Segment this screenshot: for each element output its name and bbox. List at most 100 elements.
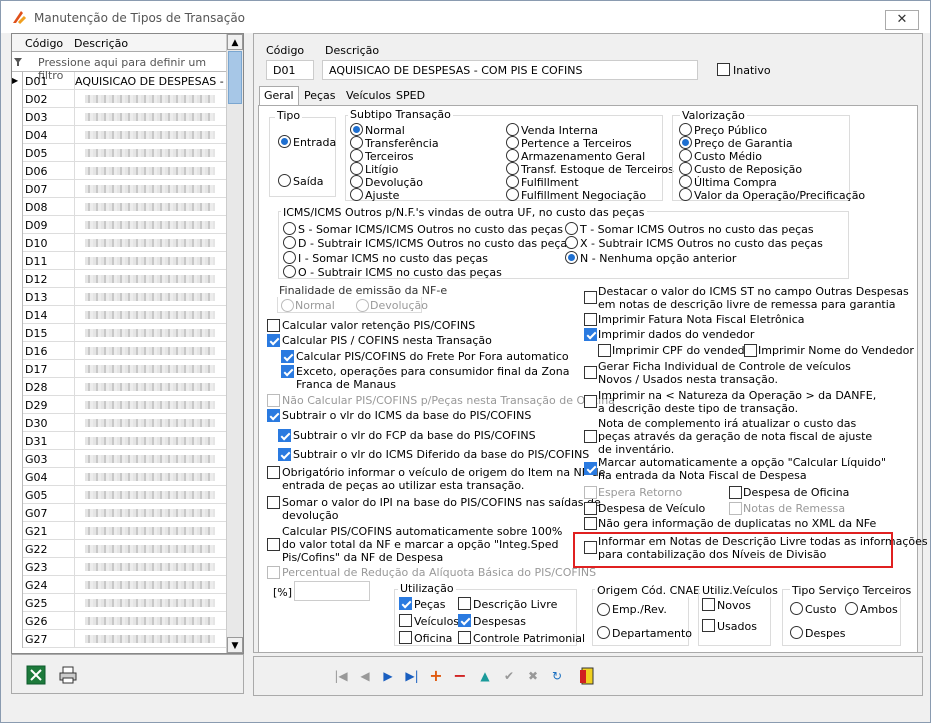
col-code-header[interactable]: Código [25, 37, 63, 50]
table-row[interactable]: G07 [12, 504, 226, 522]
valorizacao-radio[interactable] [679, 175, 692, 188]
edit-icon[interactable]: ▲ [475, 666, 495, 686]
table-row[interactable]: G21 [12, 522, 226, 540]
left-option-checkbox[interactable] [281, 350, 294, 363]
ambos-radio[interactable] [845, 602, 858, 615]
table-row[interactable]: D11 [12, 252, 226, 270]
scroll-down-button[interactable]: ▼ [227, 637, 243, 653]
subtipo-radio[interactable] [350, 175, 363, 188]
right-option-checkbox[interactable] [584, 462, 597, 475]
icms-radio[interactable] [283, 222, 296, 235]
utilizacao-checkbox[interactable] [458, 597, 471, 610]
left-option-checkbox[interactable] [267, 319, 280, 332]
tab-sped[interactable]: SPED [392, 87, 429, 105]
subtipo-radio[interactable] [506, 136, 519, 149]
left-option-checkbox[interactable] [267, 409, 280, 422]
right-option-checkbox[interactable] [584, 395, 597, 408]
subtipo-radio[interactable] [350, 188, 363, 201]
last-record-icon[interactable]: ▶| [402, 666, 422, 686]
table-row[interactable]: D10 [12, 234, 226, 252]
utilizacao-checkbox[interactable] [458, 631, 471, 644]
table-row[interactable]: ▶ D01 AQUISICAO DE DESPESAS - CO [12, 72, 244, 90]
table-row[interactable]: G23 [12, 558, 226, 576]
delete-icon[interactable]: − [450, 666, 470, 686]
icms-radio[interactable] [565, 222, 578, 235]
right-option-checkbox[interactable] [584, 366, 597, 379]
table-row[interactable]: G26 [12, 612, 226, 630]
cnae-emp-radio[interactable] [597, 603, 610, 616]
table-row[interactable]: D03 [12, 108, 226, 126]
icms-radio[interactable] [283, 265, 296, 278]
subtipo-radio[interactable] [350, 149, 363, 162]
table-row[interactable]: G05 [12, 486, 226, 504]
col-desc-header[interactable]: Descrição [74, 37, 128, 50]
cnae-dept-radio[interactable] [597, 626, 610, 639]
print-icon[interactable] [58, 665, 78, 685]
utilizacao-checkbox[interactable] [399, 614, 412, 627]
inactive-checkbox[interactable] [717, 63, 730, 76]
table-row[interactable]: D04 [12, 126, 226, 144]
subtipo-radio[interactable] [350, 136, 363, 149]
first-record-icon[interactable]: |◀ [331, 666, 351, 686]
right-option-checkbox[interactable] [584, 291, 597, 304]
valorizacao-radio[interactable] [679, 188, 692, 201]
grid-scrollbar[interactable]: ▲ ▼ [226, 34, 243, 653]
right-option-checkbox[interactable] [584, 502, 597, 515]
subtipo-radio[interactable] [506, 175, 519, 188]
subtipo-radio[interactable] [506, 162, 519, 175]
tab-pecas[interactable]: Peças [300, 87, 340, 105]
table-row[interactable]: D12 [12, 270, 226, 288]
prior-record-icon[interactable]: ◀ [355, 666, 375, 686]
right-option-checkbox[interactable] [729, 486, 742, 499]
left-option-checkbox[interactable] [281, 365, 294, 378]
right-option-checkbox[interactable] [729, 502, 742, 515]
table-row[interactable]: D14 [12, 306, 226, 324]
cancel-icon[interactable]: ✖ [523, 666, 543, 686]
table-row[interactable]: D17 [12, 360, 226, 378]
excel-export-icon[interactable] [26, 665, 46, 685]
right-option-checkbox[interactable] [584, 313, 597, 326]
novos-checkbox[interactable] [702, 598, 715, 611]
description-field[interactable]: AQUISICAO DE DESPESAS - COM PIS E COFINS [322, 60, 698, 80]
subtipo-radio[interactable] [506, 188, 519, 201]
code-field[interactable]: D01 [266, 60, 314, 80]
right-option-checkbox[interactable] [744, 344, 757, 357]
right-option-checkbox[interactable] [584, 430, 597, 443]
tipo-saida-radio[interactable] [278, 174, 291, 187]
right-option-checkbox[interactable] [584, 486, 597, 499]
icms-radio[interactable] [565, 251, 578, 264]
finalidade-normal-radio[interactable] [281, 299, 294, 312]
subtipo-radio[interactable] [506, 123, 519, 136]
table-row[interactable]: D28 [12, 378, 226, 396]
table-row[interactable]: D02 [12, 90, 226, 108]
table-row[interactable]: D15 [12, 324, 226, 342]
table-row[interactable]: G22 [12, 540, 226, 558]
close-button[interactable]: ✕ [885, 10, 919, 30]
post-icon[interactable]: ✔ [499, 666, 519, 686]
valorizacao-radio[interactable] [679, 123, 692, 136]
left-option-checkbox[interactable] [278, 429, 291, 442]
table-row[interactable]: G03 [12, 450, 226, 468]
table-row[interactable]: G04 [12, 468, 226, 486]
utilizacao-checkbox[interactable] [399, 631, 412, 644]
refresh-icon[interactable]: ↻ [547, 666, 567, 686]
table-row[interactable]: D09 [12, 216, 226, 234]
custo-radio[interactable] [790, 602, 803, 615]
scroll-up-button[interactable]: ▲ [227, 34, 243, 50]
subtipo-radio[interactable] [350, 162, 363, 175]
finalidade-devolucao-radio[interactable] [356, 299, 369, 312]
valorizacao-radio[interactable] [679, 162, 692, 175]
tab-geral[interactable]: Geral [259, 86, 299, 106]
left-option-checkbox[interactable] [267, 334, 280, 347]
table-row[interactable]: D30 [12, 414, 226, 432]
valorizacao-radio[interactable] [679, 149, 692, 162]
table-row[interactable]: D08 [12, 198, 226, 216]
right-option-checkbox[interactable] [584, 328, 597, 341]
right-option-checkbox[interactable] [584, 517, 597, 530]
usados-checkbox[interactable] [702, 619, 715, 632]
left-option-checkbox[interactable] [267, 566, 280, 579]
icms-radio[interactable] [283, 236, 296, 249]
next-record-icon[interactable]: ▶ [378, 666, 398, 686]
table-row[interactable]: D29 [12, 396, 226, 414]
left-option-checkbox[interactable] [267, 538, 280, 551]
